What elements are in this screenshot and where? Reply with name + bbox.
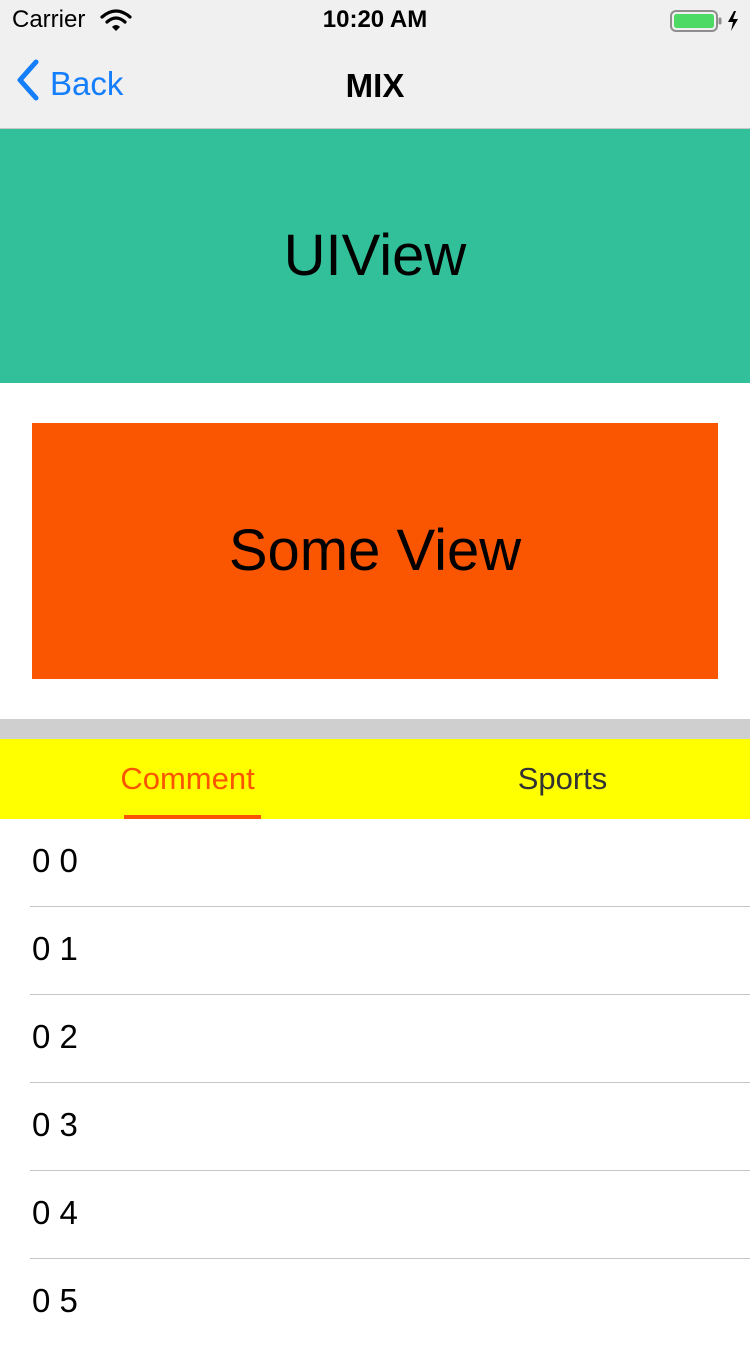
some-view-panel: Some View: [32, 423, 718, 679]
tab-sports[interactable]: Sports: [375, 739, 750, 819]
list-item-label: 0 3: [32, 1106, 78, 1143]
battery-icon: [670, 9, 742, 38]
list-item-label: 0 2: [32, 1018, 78, 1055]
status-time: 10:20 AM: [322, 6, 428, 33]
page-title: MIX: [345, 67, 405, 104]
list-item-label: 0 5: [32, 1282, 78, 1319]
status-bar: Carrier 10:20 AM: [0, 0, 750, 40]
section-separator: [0, 719, 750, 739]
tab-sports-label: Sports: [517, 761, 608, 796]
tab-comment[interactable]: Comment: [0, 739, 375, 819]
list-item[interactable]: 0 2: [0, 995, 750, 1083]
content-list: 0 0 0 1 0 2 0 3 0 4 0 5: [0, 819, 750, 1347]
list-item-label: 0 0: [32, 842, 78, 879]
list-item-label: 0 4: [32, 1194, 78, 1231]
uiview-label: UIView: [283, 223, 467, 288]
navigation-bar: Back MIX: [0, 40, 750, 129]
segment-tab-bar: Comment Sports: [0, 739, 750, 819]
list-item-label: 0 1: [32, 930, 78, 967]
list-item[interactable]: 0 3: [0, 1083, 750, 1171]
some-view-label: Some View: [228, 518, 522, 583]
list-item[interactable]: 0 0: [0, 819, 750, 907]
uiview-panel: UIView: [0, 129, 750, 383]
list-item[interactable]: 0 1: [0, 907, 750, 995]
tab-comment-label: Comment: [120, 761, 255, 796]
list-item[interactable]: 0 4: [0, 1171, 750, 1259]
